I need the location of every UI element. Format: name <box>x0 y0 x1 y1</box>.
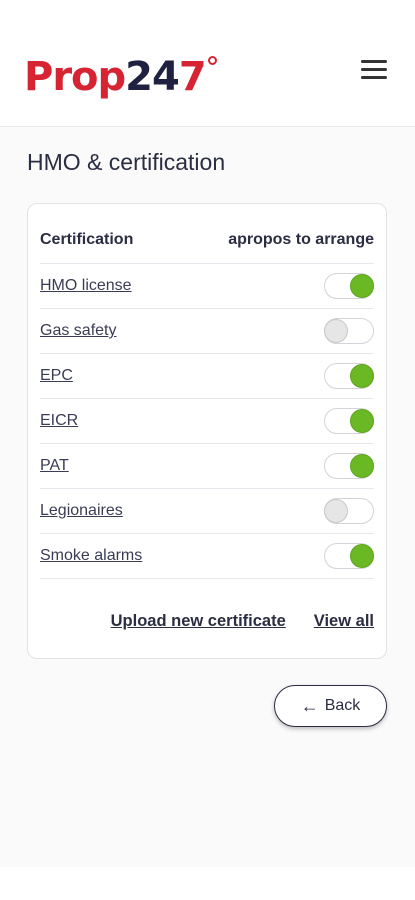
certification-row: EPC <box>40 354 374 399</box>
page-title: HMO & certification <box>27 149 226 175</box>
upload-certificate-link[interactable]: Upload new certificate <box>111 612 286 631</box>
certification-row: EICR <box>40 399 374 444</box>
certification-link[interactable]: EPC <box>40 367 73 385</box>
toggle-knob <box>324 499 348 523</box>
arrange-toggle[interactable] <box>324 273 374 299</box>
certification-link[interactable]: Gas safety <box>40 322 116 340</box>
back-button[interactable]: ← Back <box>274 685 387 727</box>
certification-list: HMO license Gas safety EPC EICR PAT Legionair… <box>40 264 374 579</box>
menu-bar <box>361 60 387 63</box>
toggle-knob <box>350 544 374 568</box>
certification-row: PAT <box>40 444 374 489</box>
menu-bar <box>361 76 387 79</box>
toggle-knob <box>350 409 374 433</box>
certification-link[interactable]: PAT <box>40 457 69 475</box>
menu-bar <box>361 68 387 71</box>
arrow-left-icon: ← <box>300 696 319 716</box>
certification-link[interactable]: EICR <box>40 412 78 430</box>
prop247-logo[interactable]: Prop 24 7 <box>24 52 217 102</box>
column-header-arrange: apropos to arrange <box>228 230 374 248</box>
arrange-toggle[interactable] <box>324 408 374 434</box>
certification-link[interactable]: Smoke alarms <box>40 547 142 565</box>
toggle-knob <box>350 454 374 478</box>
card-header: Certification apropos to arrange <box>40 204 374 264</box>
back-label: Back <box>324 697 361 714</box>
arrange-toggle[interactable] <box>324 363 374 389</box>
header: Prop 24 7 <box>0 30 415 127</box>
toggle-knob <box>350 274 374 298</box>
logo-seven: 7 <box>178 54 207 100</box>
hamburger-menu-icon[interactable] <box>361 60 387 80</box>
column-header-certification: Certification <box>40 230 134 248</box>
main-content: HMO & certification Certification apropo… <box>0 127 415 867</box>
toggle-knob <box>350 364 374 388</box>
logo-number: 24 <box>125 54 180 100</box>
arrange-toggle[interactable] <box>324 498 374 524</box>
certification-card: Certification apropos to arrange HMO lic… <box>27 203 387 659</box>
certification-link[interactable]: Legionaires <box>40 502 123 520</box>
certification-row: Legionaires <box>40 489 374 534</box>
logo-prop: Prop <box>24 54 126 100</box>
certification-row: Smoke alarms <box>40 534 374 579</box>
card-actions: Upload new certificate View all <box>111 612 374 631</box>
arrange-toggle[interactable] <box>324 543 374 569</box>
logo-ring-icon <box>207 56 217 65</box>
certification-row: Gas safety <box>40 309 374 354</box>
app-screen: Prop 24 7 HMO & certification Certificat… <box>0 0 415 900</box>
toggle-knob <box>324 319 348 343</box>
certification-link[interactable]: HMO license <box>40 277 132 295</box>
view-all-link[interactable]: View all <box>314 612 374 631</box>
certification-row: HMO license <box>40 264 374 309</box>
arrange-toggle[interactable] <box>324 318 374 344</box>
arrange-toggle[interactable] <box>324 453 374 479</box>
